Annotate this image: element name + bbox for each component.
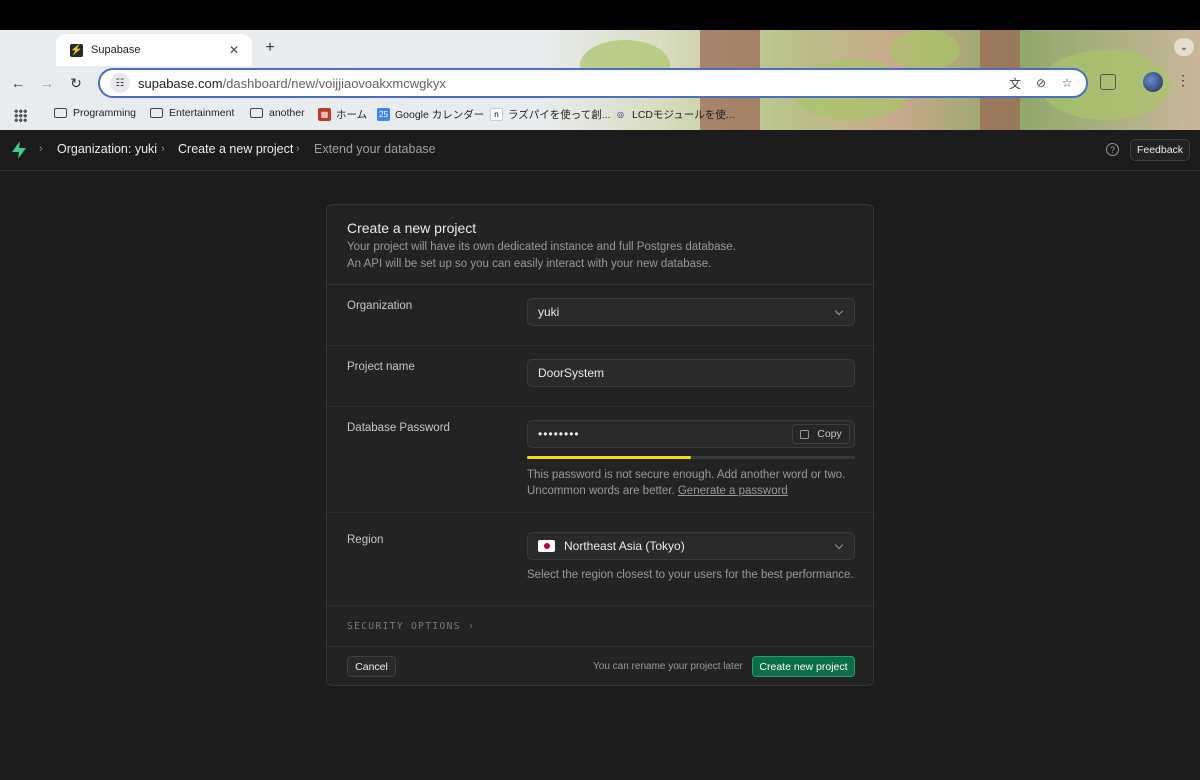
more-menu-icon[interactable]: ⋮ <box>1176 72 1190 92</box>
password-strength-fill <box>527 456 691 459</box>
database-password-row: Database Password •••••••• Copy This pas… <box>327 407 873 513</box>
region-label: Region <box>347 534 384 546</box>
site-favicon-icon: ◎ <box>614 108 627 121</box>
form-title: Create a new project <box>347 220 477 236</box>
cancel-button[interactable]: Cancel <box>347 656 396 677</box>
breadcrumb-create-project[interactable]: Create a new project <box>178 142 293 156</box>
app-header: › Organization: yuki › Create a new proj… <box>0 130 1200 171</box>
url-domain: supabase.com <box>138 75 223 91</box>
extensions-icon[interactable] <box>1100 74 1116 90</box>
region-hint: Select the region closest to your users … <box>527 569 854 581</box>
url-path: /dashboard/new/voijjiaovoakxmcwgkyx <box>222 75 446 91</box>
site-favicon-icon: ▦ <box>318 108 331 121</box>
breadcrumb-organization[interactable]: Organization: yuki <box>57 142 157 156</box>
generate-password-link[interactable]: Generate a password <box>678 485 788 497</box>
copy-password-button[interactable]: Copy <box>792 424 850 444</box>
card-header: Create a new project Your project will h… <box>327 205 873 285</box>
japan-flag-icon <box>538 540 555 552</box>
organization-value: yuki <box>538 305 560 319</box>
password-masked-value: •••••••• <box>538 427 580 441</box>
forward-arrow-icon[interactable]: → <box>37 73 57 93</box>
password-strength-bar <box>527 456 855 459</box>
new-tab-icon[interactable]: + <box>262 39 278 57</box>
navigation-bar: ← → ↻ ☷ supabase.com/dashboard/new/voijj… <box>0 66 1200 100</box>
bookmark-entertainment[interactable]: Entertainment <box>150 107 234 119</box>
bookmark-raspi[interactable]: n ラズパイを使って創... <box>490 107 611 122</box>
bookmark-label: another <box>269 107 305 119</box>
site-info-icon[interactable]: ☷ <box>110 73 130 93</box>
project-name-input[interactable]: DoorSystem <box>527 359 855 387</box>
reload-icon[interactable]: ↻ <box>66 73 86 93</box>
tab-supabase[interactable]: ⚡ Supabase ✕ <box>56 34 252 66</box>
bookmark-label: Programming <box>73 107 137 119</box>
folder-icon <box>150 108 163 118</box>
tab-search-chevron-icon[interactable]: ⌄ <box>1174 38 1194 56</box>
screen-top-bar <box>0 0 1200 30</box>
supabase-favicon-icon: ⚡ <box>70 43 83 57</box>
form-description-line1: Your project will have its own dedicated… <box>347 241 736 253</box>
folder-icon <box>250 108 263 118</box>
close-tab-icon[interactable]: ✕ <box>226 43 242 57</box>
chevron-right-icon: › <box>468 621 476 632</box>
security-options-label: SECURITY OPTIONS <box>347 621 461 632</box>
feedback-button[interactable]: Feedback <box>1130 139 1190 161</box>
supabase-logo-icon[interactable] <box>10 140 28 160</box>
bookmark-star-icon[interactable]: ☆ <box>1058 74 1076 92</box>
copy-icon <box>800 429 810 439</box>
password-hint: This password is not secure enough. Add … <box>527 467 855 499</box>
region-select[interactable]: Northeast Asia (Tokyo) <box>527 532 855 560</box>
organization-label: Organization <box>347 300 413 312</box>
bookmark-label: LCDモジュールを使... <box>632 109 735 121</box>
rename-note: You can rename your project later <box>593 661 743 672</box>
bookmark-label: ホーム <box>336 109 368 121</box>
bookmark-programming[interactable]: Programming <box>54 107 136 119</box>
eye-off-icon[interactable]: ⊘ <box>1032 74 1050 92</box>
folder-icon <box>54 108 67 118</box>
chevron-right-icon: › <box>39 143 43 155</box>
database-password-input[interactable]: •••••••• Copy <box>527 420 855 448</box>
profile-avatar[interactable] <box>1143 72 1163 92</box>
chevron-down-icon <box>834 306 844 316</box>
copy-label: Copy <box>817 428 842 440</box>
bookmark-label: ラズパイを使って創... <box>508 109 611 121</box>
region-row: Region Northeast Asia (Tokyo) Select the… <box>327 513 873 606</box>
bookmark-label: Google カレンダー <box>395 109 485 121</box>
bookmarks-bar: Programming Entertainment another ▦ ホーム 2… <box>0 102 1200 128</box>
project-name-value: DoorSystem <box>538 366 605 380</box>
bookmark-another[interactable]: another <box>250 107 305 119</box>
region-value: Northeast Asia (Tokyo) <box>564 539 685 553</box>
tab-strip: ⚡ Supabase ✕ + ⌄ <box>0 30 1200 66</box>
create-new-project-button[interactable]: Create new project <box>752 656 855 677</box>
security-options-toggle[interactable]: SECURITY OPTIONS › <box>347 621 475 632</box>
bookmark-home[interactable]: ▦ ホーム <box>318 107 367 122</box>
breadcrumb-extend-database[interactable]: Extend your database <box>314 142 436 156</box>
card-footer: Cancel You can rename your project later… <box>327 646 873 685</box>
help-icon[interactable]: ? <box>1106 143 1119 156</box>
url-text[interactable]: supabase.com/dashboard/new/voijjiaovoakx… <box>138 76 998 91</box>
project-name-row: Project name DoorSystem <box>327 346 873 407</box>
organization-select[interactable]: yuki <box>527 298 855 326</box>
bookmark-lcd[interactable]: ◎ LCDモジュールを使... <box>614 107 735 122</box>
note-favicon-icon: n <box>490 108 503 121</box>
apps-grid-icon[interactable] <box>14 109 27 122</box>
translate-icon[interactable]: 文 <box>1006 74 1024 92</box>
tab-title: Supabase <box>91 44 141 56</box>
database-password-label: Database Password <box>347 422 450 434</box>
bookmark-google-calendar[interactable]: 25 Google カレンダー <box>377 107 484 122</box>
calendar-favicon-icon: 25 <box>377 108 390 121</box>
chevron-right-icon: › <box>161 143 165 155</box>
project-name-label: Project name <box>347 361 415 373</box>
create-project-card: Create a new project Your project will h… <box>326 204 874 686</box>
form-description-line2: An API will be set up so you can easily … <box>347 257 712 270</box>
browser-chrome: ⚡ Supabase ✕ + ⌄ ← → ↻ ☷ supabase.com/da… <box>0 30 1200 130</box>
address-bar[interactable]: ☷ supabase.com/dashboard/new/voijjiaovoa… <box>98 68 1088 98</box>
back-arrow-icon[interactable]: ← <box>8 73 28 93</box>
chevron-down-icon <box>834 540 844 550</box>
bookmark-label: Entertainment <box>169 107 235 119</box>
organization-row: Organization yuki <box>327 285 873 346</box>
security-options-row[interactable]: SECURITY OPTIONS › <box>327 606 873 646</box>
chevron-right-icon: › <box>296 143 300 155</box>
